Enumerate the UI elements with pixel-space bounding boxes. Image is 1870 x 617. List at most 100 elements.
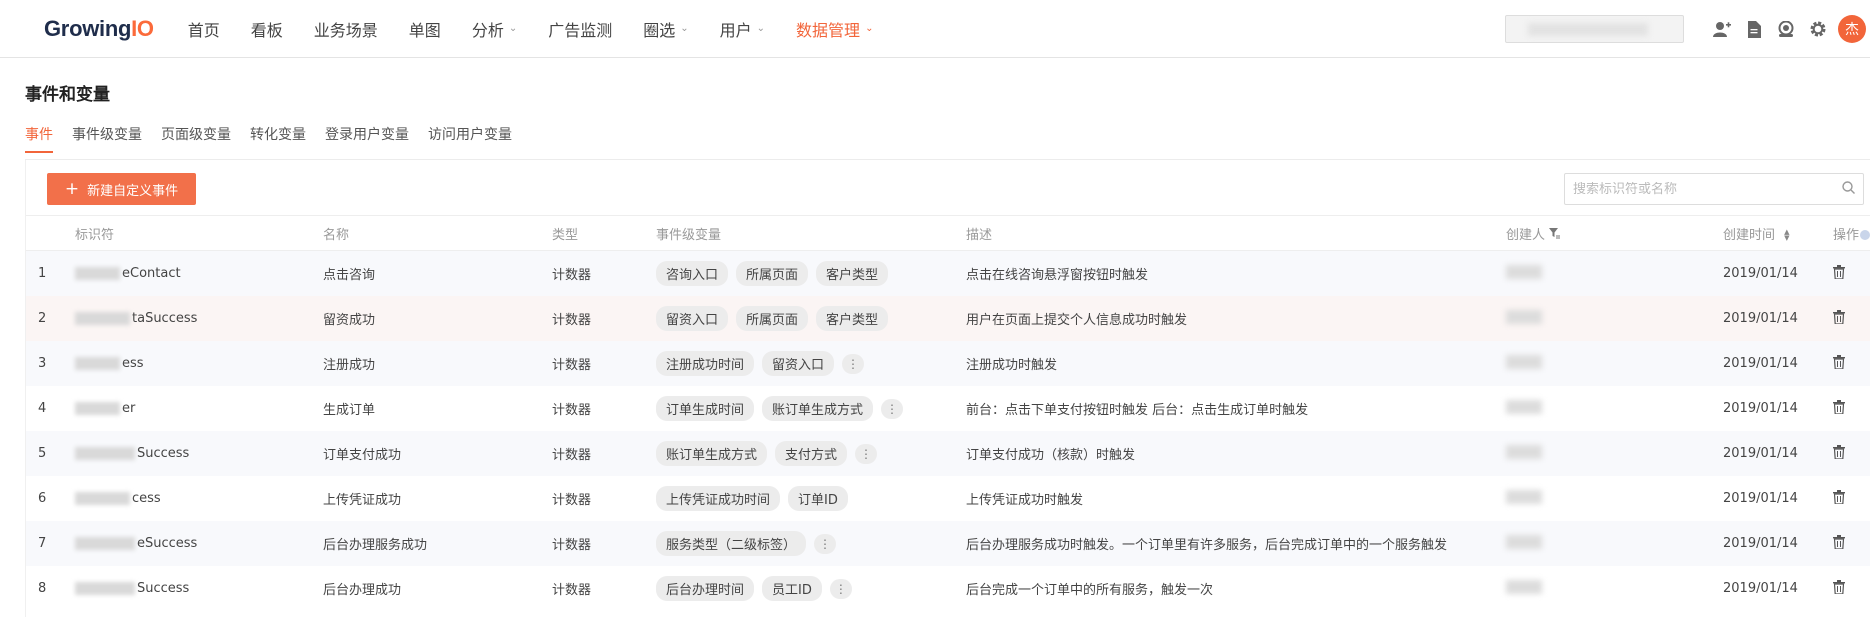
event-variable-chip[interactable]: 后台办理时间: [656, 576, 755, 601]
tab-5[interactable]: 访问用户变量: [428, 124, 512, 153]
redacted-project-selector[interactable]: [1505, 15, 1684, 43]
event-identifier[interactable]: Success: [75, 446, 189, 461]
event-variable-chip[interactable]: 所属页面: [736, 261, 809, 286]
add-user-icon[interactable]: [1706, 14, 1738, 44]
row-index: 3: [38, 356, 47, 371]
identifier-suffix: er: [122, 401, 136, 416]
nav-item-4[interactable]: 分析 ⌄: [472, 17, 517, 41]
nav-item-1[interactable]: 看板: [251, 17, 283, 41]
row-index: 4: [38, 401, 47, 416]
gear-icon[interactable]: [1802, 14, 1834, 44]
nav-item-label: 单图: [408, 20, 441, 40]
tab-3[interactable]: 转化变量: [250, 124, 306, 153]
event-variable-chip[interactable]: 订单ID: [788, 486, 848, 511]
nav-item-5[interactable]: 广告监测: [548, 17, 612, 41]
table-row[interactable]: 6 cess 上传凭证成功 计数器 上传凭证成功时间 订单ID 上传凭证成功时触发…: [26, 476, 1870, 521]
trash-icon[interactable]: [1833, 444, 1845, 463]
event-identifier[interactable]: Success: [75, 581, 189, 596]
search-icon[interactable]: [1842, 180, 1855, 198]
event-type: 计数器: [552, 358, 592, 373]
event-identifier[interactable]: eContact: [75, 266, 181, 281]
creator: [1506, 579, 1542, 598]
table-row[interactable]: 7 eSuccess 后台办理服务成功 计数器 服务类型（二级标签） ⋮ 后台办理…: [26, 521, 1870, 566]
event-variable-chip[interactable]: 客户类型: [816, 261, 889, 286]
event-variable-chip[interactable]: 订单生成时间: [656, 396, 755, 421]
trash-icon[interactable]: [1833, 354, 1845, 373]
event-variable-chip[interactable]: 所属页面: [736, 306, 809, 331]
event-type: 计数器: [552, 583, 592, 598]
row-index: 7: [38, 536, 47, 551]
tab-1[interactable]: 事件级变量: [72, 124, 142, 153]
tab-2[interactable]: 页面级变量: [161, 124, 231, 153]
document-icon[interactable]: [1738, 14, 1770, 44]
event-variable-chip[interactable]: 支付方式: [775, 441, 848, 466]
trash-icon[interactable]: [1833, 489, 1845, 508]
table-row[interactable]: 8 Success 后台办理成功 计数器 后台办理时间 员工ID ⋮ 后台完成一个订…: [26, 566, 1870, 611]
identifier-suffix: taSuccess: [132, 311, 198, 326]
event-variable-chip[interactable]: 咨询入口: [656, 261, 729, 286]
event-variable-chip[interactable]: 员工ID: [762, 576, 822, 601]
header-id[interactable]: 标识符: [75, 224, 114, 243]
event-variable-chip[interactable]: 客户类型: [816, 306, 889, 331]
redacted-creator: [1506, 399, 1542, 414]
growingio-logo[interactable]: GrowingIO: [44, 16, 154, 42]
table-row[interactable]: 1 eContact 点击咨询 计数器 咨询入口 所属页面 客户类型 点击在线咨询悬…: [26, 251, 1870, 296]
more-icon[interactable]: ⋮: [814, 533, 837, 554]
header-vars: 事件级变量: [656, 227, 722, 243]
event-variable-chip[interactable]: 留资入口: [656, 306, 729, 331]
search-box[interactable]: [1564, 173, 1864, 205]
search-input[interactable]: [1573, 181, 1842, 197]
info-icon: [1860, 230, 1870, 240]
more-icon[interactable]: ⋮: [855, 443, 878, 464]
redacted-creator: [1506, 444, 1542, 459]
created-time: 2019/01/14: [1723, 356, 1798, 371]
event-identifier[interactable]: er: [75, 401, 135, 416]
sort-icon[interactable]: ▲ ▼: [1784, 229, 1789, 242]
more-icon[interactable]: ⋮: [842, 353, 865, 374]
event-identifier[interactable]: ess: [75, 356, 144, 371]
table-row[interactable]: 3 ess 注册成功 计数器 注册成功时间 留资入口 ⋮ 注册成功时触发 2019/…: [26, 341, 1870, 386]
event-variable-chip[interactable]: 服务类型（二级标签）: [656, 531, 807, 556]
header-time-wrap[interactable]: 创建时间 ▲ ▼: [1723, 224, 1790, 243]
support-icon[interactable]: [1770, 14, 1802, 44]
trash-icon[interactable]: [1833, 579, 1845, 598]
nav-item-2[interactable]: 业务场景: [314, 17, 378, 41]
table-row[interactable]: 2 taSuccess 留资成功 计数器 留资入口 所属页面 客户类型 用户在页面上…: [26, 296, 1870, 341]
nav-item-0[interactable]: 首页: [188, 17, 220, 41]
more-icon[interactable]: ⋮: [881, 398, 904, 419]
nav-item-7[interactable]: 用户 ⌄: [720, 17, 765, 41]
table-row[interactable]: 4 er 生成订单 计数器 订单生成时间 账订单生成方式 ⋮ 前台：点击下单支付按钮…: [26, 386, 1870, 431]
identifier-suffix: cess: [132, 491, 161, 506]
trash-icon[interactable]: [1833, 264, 1845, 283]
event-name: 生成订单: [323, 403, 376, 418]
event-identifier[interactable]: cess: [75, 491, 161, 506]
event-variable-chip[interactable]: 账订单生成方式: [656, 441, 768, 466]
nav-item-label: 业务场景: [313, 20, 378, 40]
event-variable-chip[interactable]: 留资入口: [762, 351, 835, 376]
trash-icon[interactable]: [1833, 534, 1845, 553]
creator: [1506, 309, 1542, 328]
event-identifier[interactable]: taSuccess: [75, 311, 197, 326]
event-name: 点击咨询: [323, 268, 376, 283]
nav-item-8[interactable]: 数据管理 ⌄: [796, 17, 873, 41]
event-variables: 后台办理时间 员工ID ⋮: [656, 576, 852, 601]
trash-icon[interactable]: [1833, 399, 1845, 418]
table-row[interactable]: 5 Success 订单支付成功 计数器 账订单生成方式 支付方式 ⋮ 订单支付成功…: [26, 431, 1870, 476]
new-custom-event-button[interactable]: + 新建自定义事件: [47, 173, 196, 205]
redacted-creator: [1506, 354, 1542, 369]
event-variable-chip[interactable]: 账订单生成方式: [762, 396, 874, 421]
nav-item-3[interactable]: 单图: [409, 17, 441, 41]
tab-0[interactable]: 事件: [25, 124, 53, 153]
tab-4[interactable]: 登录用户变量: [325, 124, 409, 153]
event-variable-chip[interactable]: 上传凭证成功时间: [656, 486, 781, 511]
nav-item-6[interactable]: 圈选 ⌄: [643, 17, 688, 41]
more-icon[interactable]: ⋮: [829, 578, 852, 599]
filter-icon[interactable]: [1549, 227, 1561, 243]
header-desc: 描述: [966, 227, 993, 243]
user-avatar[interactable]: 杰: [1838, 15, 1866, 43]
event-variable-chip[interactable]: 注册成功时间: [656, 351, 755, 376]
redacted-creator: [1506, 264, 1542, 279]
trash-icon[interactable]: [1833, 309, 1845, 328]
event-identifier[interactable]: eSuccess: [75, 536, 197, 551]
row-index: 2: [38, 311, 47, 326]
